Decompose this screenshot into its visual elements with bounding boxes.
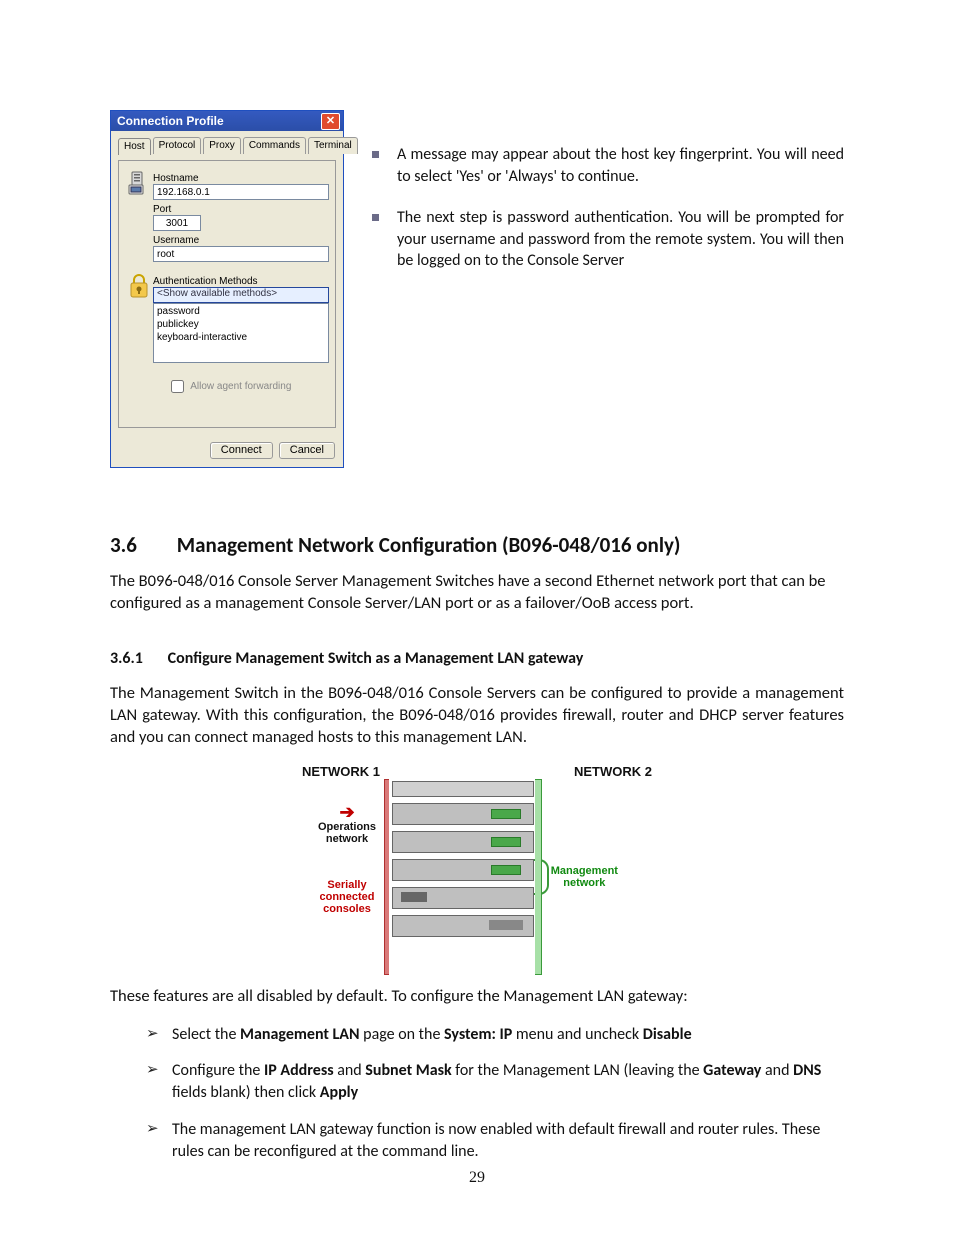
close-icon[interactable]: ✕ [321,113,340,130]
dialog-tabs: Host Protocol Proxy Commands Terminal [118,137,336,154]
bullet-icon [372,214,379,221]
section-number: 3.6 [110,532,172,558]
list-item[interactable]: password [157,305,325,318]
connect-button[interactable]: Connect [210,442,273,459]
connection-profile-dialog: Connection Profile ✕ Host Protocol Proxy… [110,110,344,468]
body-paragraph: The B096-048/016 Console Server Manageme… [110,570,844,615]
diagram-label-serial: Serially connected consoles [302,879,392,915]
rack-server-icon [392,859,534,881]
tab-panel-host: Hostname Port Username [118,160,336,428]
diagram-label-network2: NETWORK 2 [574,764,652,779]
hostname-field[interactable] [153,184,329,200]
body-paragraph: These features are all disabled by defau… [110,985,844,1007]
allow-agent-forwarding-label: Allow agent forwarding [190,381,291,392]
note-text: A message may appear about the host key … [397,144,844,187]
subsection-title: Configure Management Switch as a Managem… [168,649,584,668]
host-icon [128,171,150,198]
port-label: Port [153,204,329,215]
allow-agent-forwarding-checkbox[interactable] [171,380,184,393]
tab-protocol[interactable]: Protocol [153,137,202,154]
auth-methods-select[interactable]: <Show available methods> [153,287,329,303]
body-paragraph: The Management Switch in the B096-048/01… [110,682,844,749]
tab-commands[interactable]: Commands [243,137,306,154]
rack-switch-icon [392,781,534,797]
subsection-heading: 3.6.1 Configure Management Switch as a M… [110,649,844,668]
list-item: The management LAN gateway function is n… [146,1119,844,1164]
list-item: Configure the IP Address and Subnet Mask… [146,1060,844,1105]
list-item[interactable]: keyboard-interactive [157,331,325,344]
arrow-icon: ➔ [339,802,354,822]
step-list: Select the Management LAN page on the Sy… [110,1024,844,1164]
tab-host[interactable]: Host [118,138,151,155]
diagram-label-management: Management network [549,865,620,889]
hostname-label: Hostname [153,173,329,184]
lock-icon [128,274,150,303]
page-number: 29 [0,1169,954,1187]
username-label: Username [153,235,329,246]
subsection-number: 3.6.1 [110,649,164,668]
note-text: The next step is password authentication… [397,207,844,272]
section-heading: 3.6 Management Network Configuration (B0… [110,532,844,558]
network-diagram: NETWORK 1 NETWORK 2 ➔ Operations network… [302,764,652,975]
port-field[interactable] [153,215,201,231]
serial-bus-icon [384,779,389,975]
bullet-icon [372,151,379,158]
section-title: Management Network Configuration (B096-0… [177,532,681,558]
rack-server-icon [392,831,534,853]
list-item: Select the Management LAN page on the Sy… [146,1024,844,1046]
auth-methods-label: Authentication Methods [153,276,329,287]
auth-methods-listbox[interactable]: password publickey keyboard-interactive [153,303,329,363]
dialog-title: Connection Profile [117,114,224,128]
diagram-label-operations: Operations network [302,821,392,845]
list-item[interactable]: publickey [157,318,325,331]
side-notes: A message may appear about the host key … [372,110,844,468]
rack-ups-icon [392,915,534,937]
rack-pc-icon [392,887,534,909]
diagram-label-network1: NETWORK 1 [302,764,380,779]
tab-proxy[interactable]: Proxy [203,137,241,154]
username-field[interactable] [153,246,329,262]
mgmt-bus-icon [535,779,542,975]
rack-server-icon [392,803,534,825]
tab-terminal[interactable]: Terminal [308,137,358,154]
cancel-button[interactable]: Cancel [279,442,335,459]
dialog-titlebar[interactable]: Connection Profile ✕ [111,111,343,131]
